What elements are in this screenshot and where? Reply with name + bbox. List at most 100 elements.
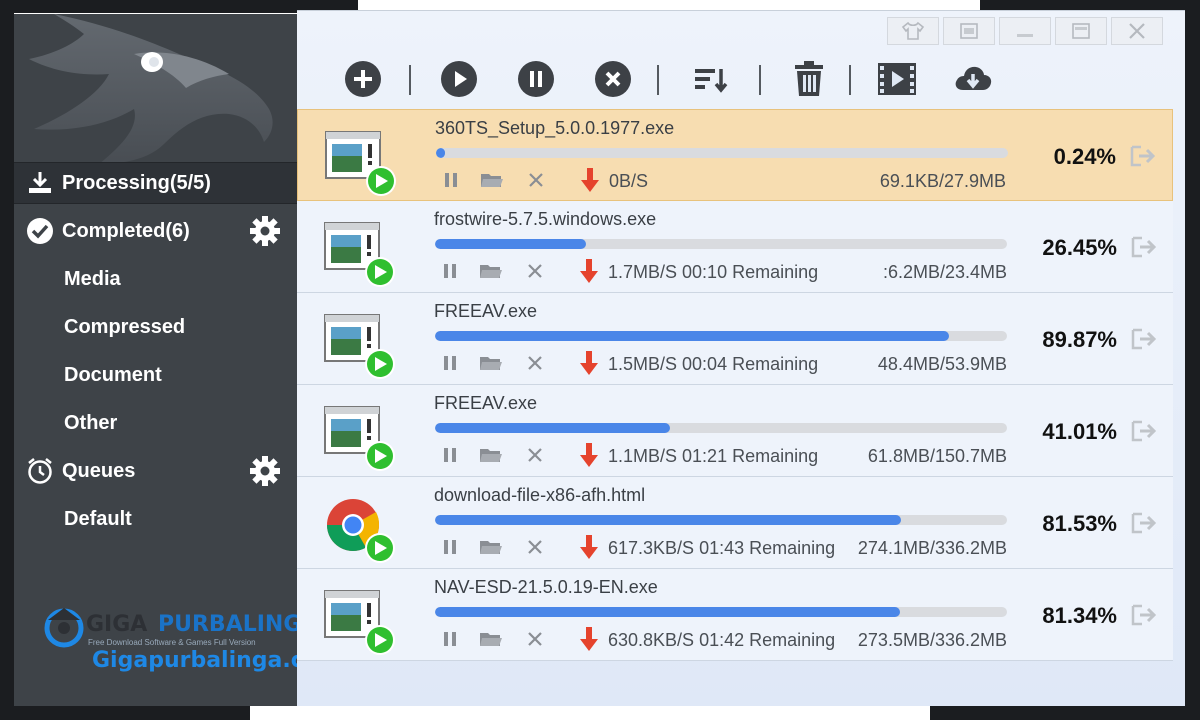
sidebar-item-other[interactable]: Other bbox=[14, 402, 297, 444]
sidebar-item-label: Other bbox=[64, 411, 118, 434]
row-pause-button[interactable] bbox=[438, 535, 462, 559]
download-list-panel: 360TS_Setup_5.0.0.1977.exe 0B/S 69.1KB/27.… bbox=[297, 10, 1185, 706]
progress-bar bbox=[435, 515, 1007, 525]
restore-button[interactable] bbox=[943, 17, 995, 45]
exe-file-icon bbox=[324, 406, 395, 471]
close-icon bbox=[528, 448, 542, 462]
download-tray-icon bbox=[26, 169, 54, 197]
sidebar-item-media[interactable]: Media bbox=[14, 258, 297, 300]
row-cancel-button[interactable] bbox=[523, 259, 547, 283]
row-cancel-button[interactable] bbox=[523, 535, 547, 559]
eagle-logo-icon bbox=[29, 14, 273, 164]
download-row[interactable]: frostwire-5.7.5.windows.exe 1.7MB/S 00:10… bbox=[297, 201, 1173, 293]
file-name: frostwire-5.7.5.windows.exe bbox=[434, 209, 657, 229]
sidebar-item-completed[interactable]: Completed(6) bbox=[14, 210, 297, 252]
check-circle-icon bbox=[26, 217, 54, 245]
download-row[interactable]: 360TS_Setup_5.0.0.1977.exe 0B/S 69.1KB/27.… bbox=[297, 109, 1173, 201]
arrow-down-icon bbox=[580, 535, 598, 559]
pause-icon bbox=[444, 264, 456, 278]
file-name: FREEAV.exe bbox=[434, 393, 538, 413]
gear-icon[interactable] bbox=[249, 215, 281, 247]
open-file-icon[interactable] bbox=[1131, 327, 1161, 351]
video-button[interactable] bbox=[877, 59, 917, 99]
open-file-icon[interactable] bbox=[1131, 235, 1161, 259]
row-pause-button[interactable] bbox=[438, 443, 462, 467]
open-file-icon[interactable] bbox=[1131, 419, 1161, 443]
sort-button[interactable] bbox=[691, 59, 731, 99]
play-icon bbox=[441, 61, 477, 97]
row-cancel-button[interactable] bbox=[523, 351, 547, 375]
download-row[interactable]: FREEAV.exe 1.5MB/S 00:04 Remaining 48.4MB/… bbox=[297, 293, 1173, 385]
sidebar-item-queues[interactable]: Queues bbox=[14, 450, 297, 492]
open-file-icon[interactable] bbox=[1131, 511, 1161, 535]
sidebar-item-document[interactable]: Document bbox=[14, 354, 297, 396]
download-speed-icon bbox=[577, 535, 601, 559]
row-pause-button[interactable] bbox=[438, 259, 462, 283]
frame-edge bbox=[1185, 0, 1200, 720]
close-icon bbox=[529, 173, 543, 187]
progress-fill bbox=[435, 331, 950, 341]
gear-icon[interactable] bbox=[249, 455, 281, 487]
download-speed: 1.7MB/S 00:10 Remaining bbox=[608, 262, 819, 282]
download-size: :6.2MB/23.4MB bbox=[882, 262, 1007, 282]
row-cancel-button[interactable] bbox=[523, 627, 547, 651]
close-icon bbox=[1129, 23, 1145, 39]
open-file-icon[interactable] bbox=[1131, 603, 1161, 627]
exe-file-icon bbox=[324, 590, 395, 655]
folder-icon bbox=[480, 633, 502, 646]
download-speed-icon bbox=[577, 351, 601, 375]
progress-bar bbox=[435, 607, 1007, 617]
window-controls bbox=[887, 17, 1163, 45]
open-file-icon[interactable] bbox=[1130, 144, 1160, 168]
video-icon bbox=[878, 63, 916, 95]
sidebar-item-compressed[interactable]: Compressed bbox=[14, 306, 297, 348]
row-pause-button[interactable] bbox=[438, 351, 462, 375]
add-button[interactable] bbox=[343, 59, 383, 99]
download-size: 274.1MB/336.2MB bbox=[857, 538, 1007, 558]
close-icon bbox=[528, 264, 542, 278]
progress-bar bbox=[435, 239, 1007, 249]
sort-icon bbox=[695, 69, 728, 93]
row-open-folder-button[interactable] bbox=[479, 259, 503, 283]
maximize-button[interactable] bbox=[1055, 17, 1107, 45]
sidebar-item-default[interactable]: Default bbox=[14, 498, 297, 540]
close-icon bbox=[528, 632, 542, 646]
download-row[interactable]: download-file-x86-afh.html 617.3KB/S 01:4… bbox=[297, 477, 1173, 569]
minimize-button[interactable] bbox=[999, 17, 1051, 45]
watermark-tagline: Free Download Software & Games Full Vers… bbox=[88, 638, 256, 647]
row-open-folder-button[interactable] bbox=[479, 535, 503, 559]
row-pause-button[interactable] bbox=[439, 168, 463, 192]
download-speed-icon bbox=[577, 443, 601, 467]
pause-button[interactable] bbox=[516, 59, 556, 99]
row-pause-button[interactable] bbox=[438, 627, 462, 651]
row-open-folder-button[interactable] bbox=[480, 168, 504, 192]
download-size: 61.8MB/150.7MB bbox=[867, 446, 1007, 466]
delete-button[interactable] bbox=[789, 59, 829, 99]
frame-edge bbox=[0, 0, 14, 720]
download-row[interactable]: FREEAV.exe 1.1MB/S 01:21 Remaining 61.8MB/… bbox=[297, 385, 1173, 477]
download-size: 69.1KB/27.9MB bbox=[879, 171, 1006, 191]
add-icon bbox=[345, 61, 381, 97]
file-name: download-file-x86-afh.html bbox=[434, 485, 646, 505]
sidebar-item-processing[interactable]: Processing(5/5) bbox=[14, 162, 297, 204]
minimize-icon bbox=[1017, 34, 1033, 37]
row-cancel-button[interactable] bbox=[524, 168, 548, 192]
skin-button[interactable] bbox=[887, 17, 939, 45]
download-row[interactable]: NAV-ESD-21.5.0.19-EN.exe 630.8KB/S 01:42 … bbox=[297, 569, 1173, 661]
download-speed: 1.1MB/S 01:21 Remaining bbox=[608, 446, 819, 466]
row-open-folder-button[interactable] bbox=[479, 351, 503, 375]
close-button[interactable] bbox=[1111, 17, 1163, 45]
cloud-download-button[interactable] bbox=[953, 59, 993, 99]
folder-icon bbox=[481, 174, 503, 187]
row-cancel-button[interactable] bbox=[523, 443, 547, 467]
download-size: 273.5MB/336.2MB bbox=[857, 630, 1007, 650]
pause-icon bbox=[445, 173, 457, 187]
start-button[interactable] bbox=[439, 59, 479, 99]
pause-icon bbox=[444, 540, 456, 554]
download-speed-icon bbox=[577, 259, 601, 283]
sidebar-item-label: Compressed bbox=[64, 315, 186, 338]
row-open-folder-button[interactable] bbox=[479, 443, 503, 467]
row-open-folder-button[interactable] bbox=[479, 627, 503, 651]
sidebar-item-label: Document bbox=[64, 363, 162, 386]
stop-button[interactable] bbox=[593, 59, 633, 99]
